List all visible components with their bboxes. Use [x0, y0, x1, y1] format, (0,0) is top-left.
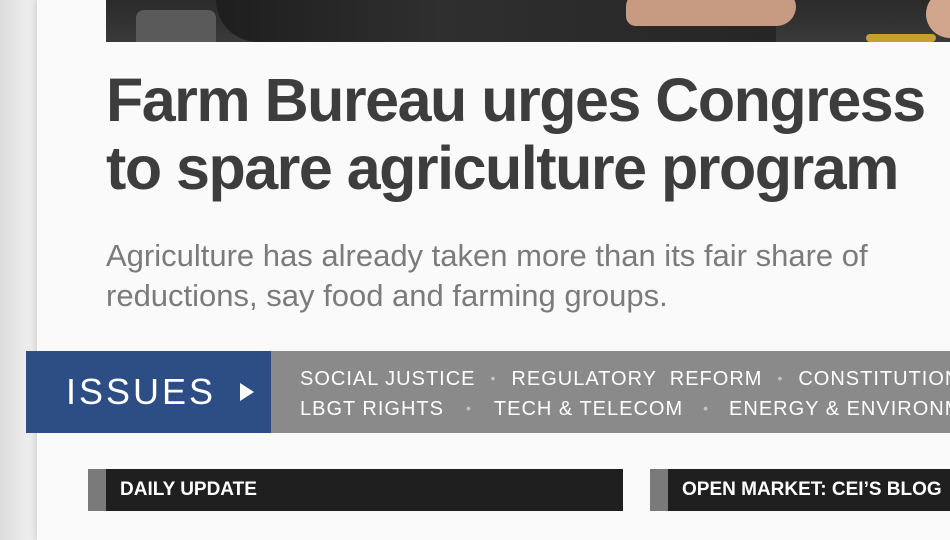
screen: Farm Bureau urges Congress to spare agri…: [0, 0, 950, 540]
article-subhead: Agriculture has already taken more than …: [106, 236, 950, 316]
topic-social-justice[interactable]: SOCIAL JUSTICE: [300, 368, 476, 390]
separator-dot: •: [703, 400, 710, 416]
topic-row-1: SOCIAL JUSTICE • REGULATORY REFORM • CONSTIT…: [300, 364, 950, 394]
topic-regulatory-reform[interactable]: REGULATORY REFORM: [511, 368, 762, 390]
separator-dot: •: [490, 370, 497, 386]
photo-detail: [866, 34, 936, 42]
issues-label: ISSUES: [66, 371, 217, 412]
topic-tech-telecom[interactable]: TECH & TELECOM: [494, 398, 683, 420]
article-headline[interactable]: Farm Bureau urges Congress to spare agri…: [106, 66, 950, 202]
topic-constitution[interactable]: CONSTITUTION: [798, 368, 950, 390]
play-arrow-icon: [240, 383, 255, 401]
subhead-line-2: reductions, say food and farming groups.: [106, 278, 668, 313]
topic-energy-environment[interactable]: ENERGY & ENVIRONMENT: [729, 398, 950, 420]
separator-dot: •: [777, 370, 784, 386]
open-market-blog-header[interactable]: OPEN MARKET: CEI’S BLOG: [650, 469, 950, 511]
topic-lbgt-rights[interactable]: LBGT RIGHTS: [300, 398, 444, 420]
daily-update-header[interactable]: DAILY UPDATE: [88, 469, 623, 511]
hero-photo[interactable]: [106, 0, 950, 42]
photo-hand: [626, 0, 796, 26]
headline-line-2[interactable]: to spare agriculture program: [106, 134, 950, 202]
issues-topics: SOCIAL JUSTICE • REGULATORY REFORM • CONSTIT…: [300, 364, 950, 424]
separator-dot: •: [466, 400, 472, 416]
issues-menu-button[interactable]: ISSUES: [26, 351, 271, 433]
photo-chair: [136, 10, 216, 42]
photo-hand-right: [926, 0, 950, 38]
subhead-line-1: Agriculture has already taken more than …: [106, 238, 868, 273]
issues-bar: ISSUES SOCIAL JUSTICE • REGULATORY REFORM •…: [26, 351, 950, 433]
topic-row-2: LBGT RIGHTS • TECH & TELECOM • ENERGY & ENVI…: [300, 394, 950, 424]
headline-line-1[interactable]: Farm Bureau urges Congress: [106, 66, 950, 134]
